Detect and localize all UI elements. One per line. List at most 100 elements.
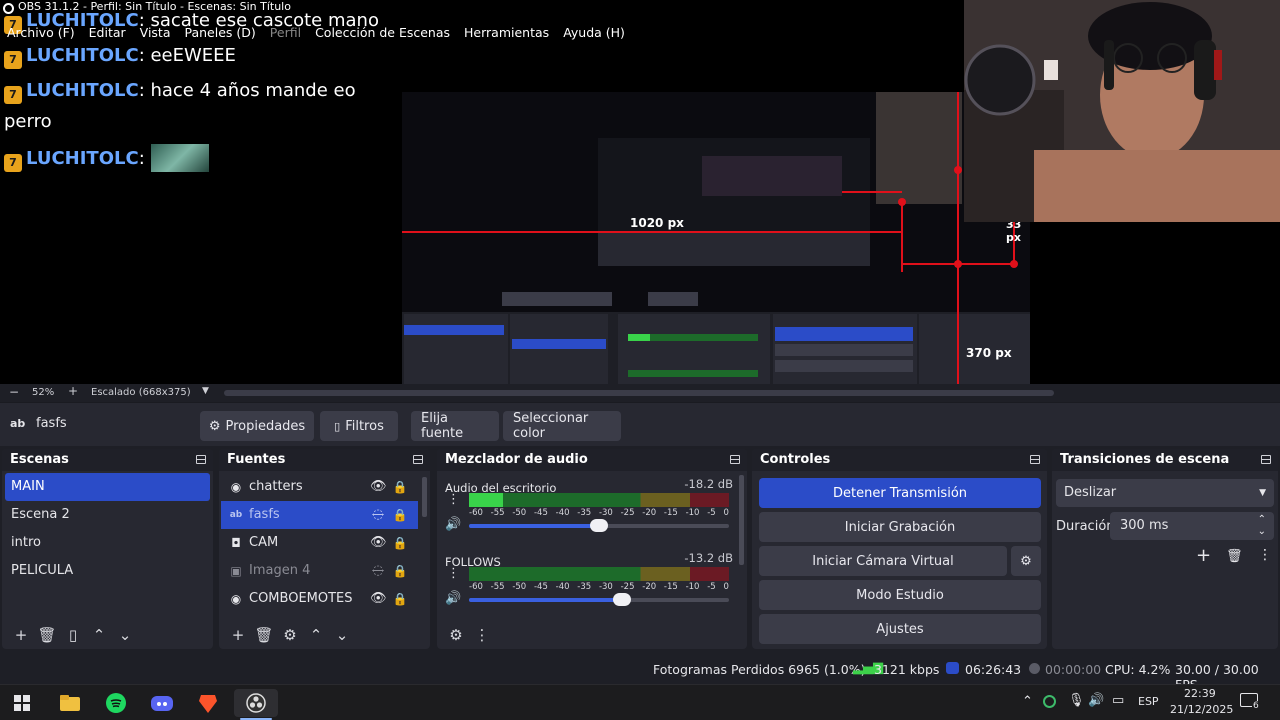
stop-streaming-button[interactable]: Detener Transmisión bbox=[759, 478, 1041, 508]
undock-icon[interactable] bbox=[730, 455, 740, 464]
more-options-icon[interactable]: ⋮ bbox=[447, 493, 460, 506]
eye-hidden-icon[interactable]: ◌ bbox=[370, 507, 386, 523]
volume-icon[interactable]: 🔊 bbox=[1088, 693, 1104, 708]
scale-dropdown-icon[interactable]: ▼ bbox=[202, 386, 209, 396]
speaker-icon[interactable]: 🔊 bbox=[445, 591, 461, 606]
properties-button[interactable]: ⚙ Propiedades bbox=[200, 411, 314, 441]
move-up-icon[interactable]: ⌃ bbox=[86, 624, 112, 646]
more-options-icon[interactable]: ⋮ bbox=[447, 567, 460, 580]
slider-knob[interactable] bbox=[590, 519, 608, 532]
select-color-button[interactable]: Seleccionar color bbox=[503, 411, 621, 441]
volume-slider[interactable] bbox=[469, 519, 729, 532]
trash-icon[interactable]: 🗑 bbox=[34, 624, 60, 646]
scenes-footer: + 🗑 ▯ ⌃ ⌄ bbox=[2, 621, 213, 649]
file-explorer-icon[interactable] bbox=[56, 689, 84, 717]
undock-icon[interactable] bbox=[196, 455, 206, 464]
scene-item[interactable]: Escena 2 bbox=[5, 501, 210, 529]
move-down-icon[interactable]: ⌄ bbox=[329, 624, 355, 646]
spotify-icon[interactable] bbox=[102, 689, 130, 717]
chevron-up-icon[interactable]: ⌃ bbox=[1022, 694, 1033, 709]
transition-select[interactable]: Deslizar ▼ bbox=[1056, 479, 1274, 507]
menu-editar[interactable]: Editar bbox=[82, 25, 133, 43]
discord-icon[interactable] bbox=[148, 689, 176, 717]
zoom-in-button[interactable]: + bbox=[68, 384, 78, 398]
undock-icon[interactable] bbox=[1030, 455, 1040, 464]
lock-icon[interactable]: 🔒 bbox=[392, 563, 408, 579]
menu-perfil[interactable]: Perfil bbox=[263, 25, 308, 43]
microphone-icon[interactable]: 🎙 bbox=[1068, 693, 1085, 708]
clock-date[interactable]: 21/12/2025 bbox=[1170, 703, 1233, 716]
transition-selected-value: Deslizar bbox=[1064, 485, 1117, 500]
studio-mode-button[interactable]: Modo Estudio bbox=[759, 580, 1041, 610]
start-virtual-camera-button[interactable]: Iniciar Cámara Virtual bbox=[759, 546, 1007, 576]
windows-start-icon[interactable] bbox=[8, 689, 36, 717]
sources-scrollbar[interactable] bbox=[422, 477, 427, 517]
lock-icon[interactable]: 🔒 bbox=[392, 591, 408, 607]
meter-tick-label: -25 bbox=[620, 508, 635, 518]
settings-button[interactable]: Ajustes bbox=[759, 614, 1041, 644]
menu-ayuda[interactable]: Ayuda (H) bbox=[556, 25, 632, 43]
gear-icon[interactable]: ⚙ bbox=[277, 624, 303, 646]
obs-taskbar-icon[interactable] bbox=[234, 689, 278, 717]
move-up-icon[interactable]: ⌃ bbox=[303, 624, 329, 646]
undock-icon[interactable] bbox=[413, 455, 423, 464]
preview-canvas[interactable]: OBS 31.1.2 - Perfil: Sin Título - Escena… bbox=[0, 0, 1280, 384]
add-icon[interactable]: + bbox=[8, 624, 34, 646]
eye-icon[interactable]: 👁 bbox=[370, 479, 387, 495]
lock-icon[interactable]: 🔒 bbox=[392, 479, 408, 495]
menu-paneles[interactable]: Paneles (D) bbox=[178, 25, 263, 43]
source-item[interactable]: ▣ Imagen 4 ◌ 🔒 bbox=[221, 557, 418, 585]
preview-scrollbar[interactable] bbox=[224, 390, 1054, 396]
undock-icon[interactable] bbox=[1261, 455, 1271, 464]
scene-item[interactable]: PELICULA bbox=[5, 557, 210, 585]
volume-meter bbox=[469, 493, 729, 507]
source-item[interactable]: ab fasfs ◌ 🔒 bbox=[221, 501, 418, 529]
menu-herramientas[interactable]: Herramientas bbox=[457, 25, 556, 43]
chevron-down-icon[interactable]: ⌄ bbox=[1258, 518, 1266, 546]
source-item[interactable]: ◉ chatters 👁 🔒 bbox=[221, 473, 418, 501]
eye-icon[interactable]: 👁 bbox=[370, 535, 387, 551]
move-down-icon[interactable]: ⌄ bbox=[112, 624, 138, 646]
eye-hidden-icon[interactable]: ◌ bbox=[370, 563, 386, 579]
network-icon[interactable]: ▭ bbox=[1112, 693, 1124, 708]
meter-tick-label: -20 bbox=[642, 582, 657, 592]
filter-icon[interactable]: ▯ bbox=[60, 624, 86, 646]
trash-icon[interactable]: 🗑 bbox=[1226, 549, 1243, 564]
source-item[interactable]: ◉ COMBOEMOTES 👁 🔒 bbox=[221, 585, 418, 613]
meter-tick-label: -5 bbox=[707, 508, 716, 518]
eye-icon[interactable]: 👁 bbox=[370, 591, 387, 607]
add-icon[interactable]: + bbox=[225, 624, 251, 646]
scene-item[interactable]: intro bbox=[5, 529, 210, 557]
start-recording-button[interactable]: Iniciar Grabación bbox=[759, 512, 1041, 542]
slider-knob[interactable] bbox=[613, 593, 632, 606]
add-icon[interactable]: + bbox=[1196, 545, 1211, 566]
virtual-camera-settings-button[interactable]: ⚙ bbox=[1011, 546, 1041, 576]
duration-spinbox[interactable]: 300 ms ⌃ ⌄ bbox=[1110, 512, 1274, 540]
lock-icon[interactable]: 🔒 bbox=[392, 535, 408, 551]
zoom-out-button[interactable]: − bbox=[9, 385, 19, 399]
more-options-icon[interactable]: ⋮ bbox=[469, 624, 495, 646]
menu-vista[interactable]: Vista bbox=[133, 25, 178, 43]
more-options-icon[interactable]: ⋮ bbox=[1258, 547, 1272, 563]
chat-message-continuation: perro bbox=[4, 111, 52, 132]
speaker-icon[interactable]: 🔊 bbox=[445, 517, 461, 532]
advanced-audio-icon[interactable]: ⚙ bbox=[443, 624, 469, 646]
windows-taskbar: ⌃ 🎙 🔊 ▭ ESP 22:39 21/12/2025 6 bbox=[0, 684, 1280, 720]
text-source-icon: ab bbox=[10, 417, 26, 430]
filters-button[interactable]: ▯ Filtros bbox=[320, 411, 398, 441]
lock-icon[interactable]: 🔒 bbox=[392, 507, 408, 523]
choose-source-button[interactable]: Elija fuente bbox=[411, 411, 499, 441]
chat-message: 7 LUCHITOLC: hace 4 años mande eo bbox=[4, 80, 356, 104]
menu-archivo[interactable]: Archivo (F) bbox=[0, 25, 82, 43]
tray-app-icon[interactable] bbox=[1043, 695, 1056, 708]
menu-coleccion-escenas[interactable]: Colección de Escenas bbox=[308, 25, 457, 43]
clock-time[interactable]: 22:39 bbox=[1184, 687, 1216, 700]
scene-item[interactable]: MAIN bbox=[5, 473, 210, 501]
meter-tick-label: -55 bbox=[490, 508, 505, 518]
mixer-scrollbar[interactable] bbox=[739, 475, 744, 565]
source-item[interactable]: ◘ CAM 👁 🔒 bbox=[221, 529, 418, 557]
volume-slider[interactable] bbox=[469, 593, 729, 606]
trash-icon[interactable]: 🗑 bbox=[251, 624, 277, 646]
input-language[interactable]: ESP bbox=[1138, 695, 1159, 708]
brave-browser-icon[interactable] bbox=[194, 689, 222, 717]
